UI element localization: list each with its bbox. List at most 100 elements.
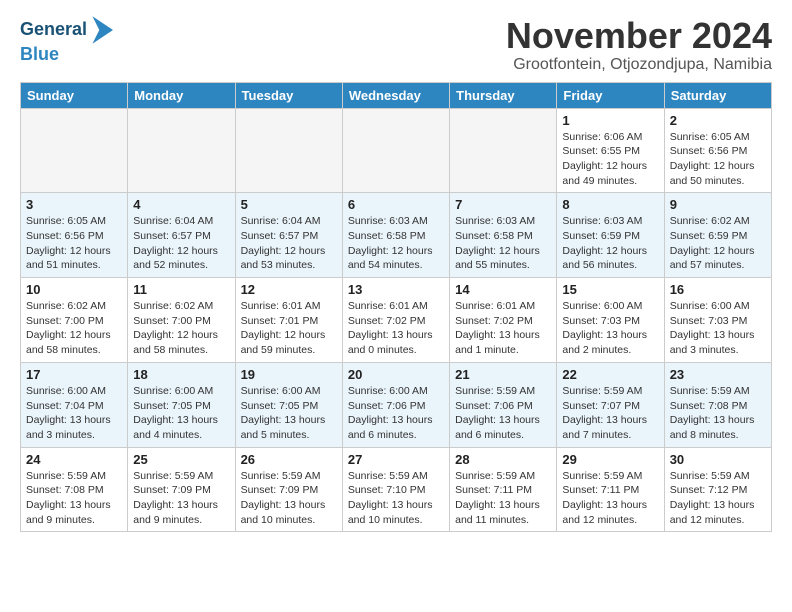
weekday-header-friday: Friday [557,82,664,108]
header: General Blue November 2024 Grootfontein,… [20,16,772,74]
logo: General Blue [20,16,113,66]
day-cell-3: 3 Sunrise: 6:05 AM Sunset: 6:56 PM Daylig… [21,193,128,278]
day-info: Sunrise: 6:01 AM Sunset: 7:01 PM Dayligh… [241,299,337,358]
empty-cell [450,108,557,193]
logo-line2: Blue [20,44,113,66]
day-number: 19 [241,367,337,382]
day-number: 12 [241,282,337,297]
day-info: Sunrise: 6:03 AM Sunset: 6:58 PM Dayligh… [348,214,444,273]
day-info: Sunrise: 5:59 AM Sunset: 7:09 PM Dayligh… [133,469,229,528]
location-subtitle: Grootfontein, Otjozondjupa, Namibia [506,56,772,74]
day-cell-23: 23Sunrise: 5:59 AM Sunset: 7:08 PM Dayli… [664,362,771,447]
day-number: 27 [348,452,444,467]
day-number: 30 [670,452,766,467]
weekday-header-monday: Monday [128,82,235,108]
day-info: Sunrise: 5:59 AM Sunset: 7:12 PM Dayligh… [670,469,766,528]
day-cell-21: 21Sunrise: 5:59 AM Sunset: 7:06 PM Dayli… [450,362,557,447]
day-info: Sunrise: 6:00 AM Sunset: 7:03 PM Dayligh… [670,299,766,358]
day-info: Sunrise: 5:59 AM Sunset: 7:06 PM Dayligh… [455,384,551,443]
week-row-4: 17 Sunrise: 6:00 AM Sunset: 7:04 PM Dayli… [21,362,772,447]
day-number: 10 [26,282,122,297]
day-cell-5: 5 Sunrise: 6:04 AM Sunset: 6:57 PM Daylig… [235,193,342,278]
day-number: 8 [562,197,658,212]
day-number: 17 [26,367,122,382]
day-info: Sunrise: 6:05 AM Sunset: 6:56 PM Dayligh… [26,214,122,273]
day-cell-28: 28Sunrise: 5:59 AM Sunset: 7:11 PM Dayli… [450,447,557,532]
day-info: Sunrise: 6:00 AM Sunset: 7:04 PM Dayligh… [26,384,122,443]
day-number: 29 [562,452,658,467]
day-number: 16 [670,282,766,297]
day-number: 24 [26,452,122,467]
day-info: Sunrise: 6:04 AM Sunset: 6:57 PM Dayligh… [241,214,337,273]
day-info: Sunrise: 6:02 AM Sunset: 7:00 PM Dayligh… [26,299,122,358]
day-info: Sunrise: 6:06 AM Sunset: 6:55 PM Dayligh… [562,130,658,189]
weekday-header-thursday: Thursday [450,82,557,108]
empty-cell [235,108,342,193]
day-number: 4 [133,197,229,212]
weekday-header-tuesday: Tuesday [235,82,342,108]
day-cell-30: 30 Sunrise: 5:59 AM Sunset: 7:12 PM Dayli… [664,447,771,532]
day-cell-24: 24 Sunrise: 5:59 AM Sunset: 7:08 PM Dayli… [21,447,128,532]
day-cell-1: 1 Sunrise: 6:06 AM Sunset: 6:55 PM Daylig… [557,108,664,193]
title-block: November 2024 Grootfontein, Otjozondjupa… [506,16,772,74]
page-container: General Blue November 2024 Grootfontein,… [0,0,792,548]
weekday-header-sunday: Sunday [21,82,128,108]
week-row-5: 24 Sunrise: 5:59 AM Sunset: 7:08 PM Dayli… [21,447,772,532]
day-info: Sunrise: 5:59 AM Sunset: 7:09 PM Dayligh… [241,469,337,528]
weekday-header-row: SundayMondayTuesdayWednesdayThursdayFrid… [21,82,772,108]
empty-cell [128,108,235,193]
day-number: 20 [348,367,444,382]
day-info: Sunrise: 5:59 AM Sunset: 7:11 PM Dayligh… [562,469,658,528]
day-info: Sunrise: 6:00 AM Sunset: 7:03 PM Dayligh… [562,299,658,358]
day-cell-27: 27Sunrise: 5:59 AM Sunset: 7:10 PM Dayli… [342,447,449,532]
day-info: Sunrise: 6:02 AM Sunset: 7:00 PM Dayligh… [133,299,229,358]
day-cell-20: 20 Sunrise: 6:00 AM Sunset: 7:06 PM Dayli… [342,362,449,447]
day-cell-17: 17 Sunrise: 6:00 AM Sunset: 7:04 PM Dayli… [21,362,128,447]
day-number: 25 [133,452,229,467]
day-number: 15 [562,282,658,297]
day-cell-15: 15 Sunrise: 6:00 AM Sunset: 7:03 PM Dayli… [557,278,664,363]
day-info: Sunrise: 6:05 AM Sunset: 6:56 PM Dayligh… [670,130,766,189]
day-number: 1 [562,113,658,128]
day-cell-12: 12 Sunrise: 6:01 AM Sunset: 7:01 PM Dayli… [235,278,342,363]
week-row-3: 10 Sunrise: 6:02 AM Sunset: 7:00 PM Dayli… [21,278,772,363]
day-number: 6 [348,197,444,212]
day-cell-2: 2 Sunrise: 6:05 AM Sunset: 6:56 PM Daylig… [664,108,771,193]
day-cell-6: 6 Sunrise: 6:03 AM Sunset: 6:58 PM Daylig… [342,193,449,278]
logo-line1: General Blue [20,19,113,66]
day-number: 23 [670,367,766,382]
day-cell-26: 26Sunrise: 5:59 AM Sunset: 7:09 PM Dayli… [235,447,342,532]
day-info: Sunrise: 5:59 AM Sunset: 7:08 PM Dayligh… [26,469,122,528]
day-number: 14 [455,282,551,297]
day-cell-25: 25 Sunrise: 5:59 AM Sunset: 7:09 PM Dayli… [128,447,235,532]
day-number: 5 [241,197,337,212]
day-number: 18 [133,367,229,382]
weekday-header-wednesday: Wednesday [342,82,449,108]
day-cell-4: 4 Sunrise: 6:04 AM Sunset: 6:57 PM Daylig… [128,193,235,278]
day-info: Sunrise: 6:00 AM Sunset: 7:05 PM Dayligh… [241,384,337,443]
day-info: Sunrise: 6:04 AM Sunset: 6:57 PM Dayligh… [133,214,229,273]
day-number: 3 [26,197,122,212]
calendar-header: SundayMondayTuesdayWednesdayThursdayFrid… [21,82,772,108]
day-cell-18: 18Sunrise: 6:00 AM Sunset: 7:05 PM Dayli… [128,362,235,447]
month-title: November 2024 [506,16,772,56]
day-cell-16: 16 Sunrise: 6:00 AM Sunset: 7:03 PM Dayli… [664,278,771,363]
day-cell-10: 10 Sunrise: 6:02 AM Sunset: 7:00 PM Dayli… [21,278,128,363]
day-cell-9: 9Sunrise: 6:02 AM Sunset: 6:59 PM Daylig… [664,193,771,278]
day-number: 2 [670,113,766,128]
day-info: Sunrise: 5:59 AM Sunset: 7:11 PM Dayligh… [455,469,551,528]
empty-cell [342,108,449,193]
day-cell-11: 11Sunrise: 6:02 AM Sunset: 7:00 PM Dayli… [128,278,235,363]
day-number: 7 [455,197,551,212]
day-info: Sunrise: 6:02 AM Sunset: 6:59 PM Dayligh… [670,214,766,273]
day-info: Sunrise: 6:00 AM Sunset: 7:06 PM Dayligh… [348,384,444,443]
day-info: Sunrise: 6:03 AM Sunset: 6:58 PM Dayligh… [455,214,551,273]
day-number: 13 [348,282,444,297]
day-cell-29: 29 Sunrise: 5:59 AM Sunset: 7:11 PM Dayli… [557,447,664,532]
day-cell-19: 19 Sunrise: 6:00 AM Sunset: 7:05 PM Dayli… [235,362,342,447]
day-number: 22 [562,367,658,382]
calendar-body: 1 Sunrise: 6:06 AM Sunset: 6:55 PM Daylig… [21,108,772,532]
day-info: Sunrise: 5:59 AM Sunset: 7:07 PM Dayligh… [562,384,658,443]
day-info: Sunrise: 6:01 AM Sunset: 7:02 PM Dayligh… [348,299,444,358]
logo-arrow-icon [89,16,113,44]
